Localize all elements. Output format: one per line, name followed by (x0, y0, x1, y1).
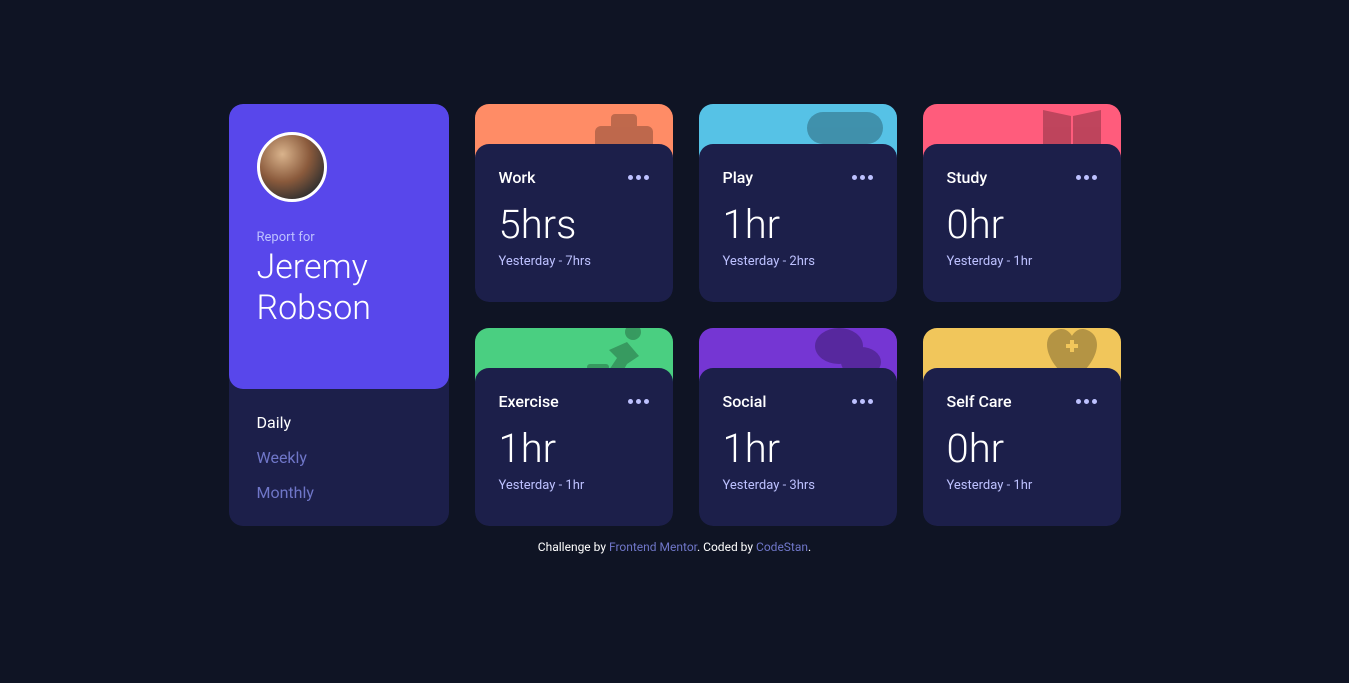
ellipsis-icon[interactable] (852, 175, 873, 180)
card-social: Social 1hr Yesterday - 3hrs (699, 328, 897, 526)
profile-text: Report for Jeremy Robson (257, 230, 421, 329)
card-header: Study (947, 168, 1097, 187)
current-hours: 1hr (723, 201, 873, 248)
previous-hours: Yesterday - 1hr (499, 478, 649, 493)
ellipsis-icon[interactable] (628, 399, 649, 404)
card-work: Work 5hrs Yesterday - 7hrs (475, 104, 673, 302)
card-header: Play (723, 168, 873, 187)
card-title: Play (723, 168, 754, 187)
card-body[interactable]: Study 0hr Yesterday - 1hr (923, 144, 1121, 302)
previous-hours: Yesterday - 3hrs (723, 478, 873, 493)
period-daily[interactable]: Daily (257, 413, 421, 432)
attribution-middle: . Coded by (697, 540, 756, 554)
previous-hours: Yesterday - 1hr (947, 254, 1097, 269)
attribution-suffix: . (808, 540, 811, 554)
card-study: Study 0hr Yesterday - 1hr (923, 104, 1121, 302)
card-title: Work (499, 168, 536, 187)
card-title: Study (947, 168, 988, 187)
report-for-label: Report for (257, 230, 421, 245)
card-body[interactable]: Work 5hrs Yesterday - 7hrs (475, 144, 673, 302)
period-monthly[interactable]: Monthly (257, 483, 421, 502)
card-body[interactable]: Self Care 0hr Yesterday - 1hr (923, 368, 1121, 526)
previous-hours: Yesterday - 2hrs (723, 254, 873, 269)
period-weekly[interactable]: Weekly (257, 448, 421, 467)
dashboard: Report for Jeremy Robson Daily Weekly Mo… (229, 104, 1121, 526)
ellipsis-icon[interactable] (1076, 399, 1097, 404)
card-header: Work (499, 168, 649, 187)
card-body[interactable]: Social 1hr Yesterday - 3hrs (699, 368, 897, 526)
attribution-link-codestan[interactable]: CodeStan (756, 540, 808, 554)
ellipsis-icon[interactable] (1076, 175, 1097, 180)
attribution: Challenge by Frontend Mentor. Coded by C… (538, 540, 811, 554)
card-title: Self Care (947, 392, 1012, 411)
profile-name: Jeremy Robson (257, 247, 421, 329)
card-title: Exercise (499, 392, 559, 411)
current-hours: 5hrs (499, 201, 649, 248)
profile-column: Report for Jeremy Robson Daily Weekly Mo… (229, 104, 449, 526)
current-hours: 0hr (947, 425, 1097, 472)
card-play: Play 1hr Yesterday - 2hrs (699, 104, 897, 302)
previous-hours: Yesterday - 7hrs (499, 254, 649, 269)
ellipsis-icon[interactable] (628, 175, 649, 180)
card-exercise: Exercise 1hr Yesterday - 1hr (475, 328, 673, 526)
card-body[interactable]: Play 1hr Yesterday - 2hrs (699, 144, 897, 302)
avatar (257, 132, 327, 202)
card-header: Self Care (947, 392, 1097, 411)
attribution-prefix: Challenge by (538, 540, 609, 554)
current-hours: 1hr (723, 425, 873, 472)
card-body[interactable]: Exercise 1hr Yesterday - 1hr (475, 368, 673, 526)
ellipsis-icon[interactable] (852, 399, 873, 404)
previous-hours: Yesterday - 1hr (947, 478, 1097, 493)
attribution-link-frontend-mentor[interactable]: Frontend Mentor (609, 540, 697, 554)
current-hours: 1hr (499, 425, 649, 472)
card-selfcare: Self Care 0hr Yesterday - 1hr (923, 328, 1121, 526)
card-header: Exercise (499, 392, 649, 411)
card-header: Social (723, 392, 873, 411)
current-hours: 0hr (947, 201, 1097, 248)
profile-card: Report for Jeremy Robson (229, 104, 449, 389)
period-list: Daily Weekly Monthly (229, 389, 449, 526)
card-title: Social (723, 392, 767, 411)
